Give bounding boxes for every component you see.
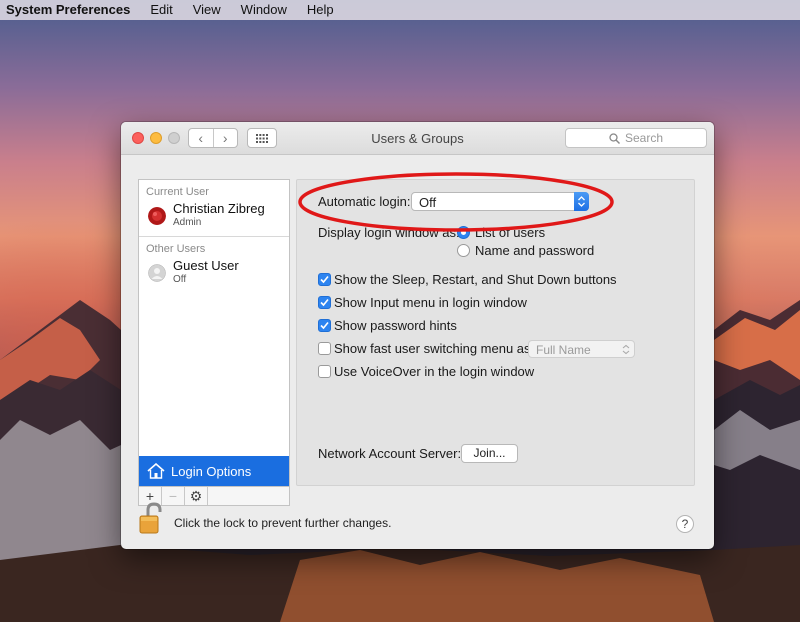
- chevron-up-down-icon: [622, 344, 630, 355]
- checkbox-show-input-menu[interactable]: [318, 296, 331, 309]
- other-users-header: Other Users: [146, 243, 206, 255]
- radio-name-and-password-label: Name and password: [475, 243, 595, 258]
- lock-status-text: Click the lock to prevent further change…: [174, 516, 392, 530]
- checkbox-show-sleep-buttons-label: Show the Sleep, Restart, and Shut Down b…: [334, 272, 617, 287]
- network-account-server-label: Network Account Server:: [318, 446, 462, 461]
- minus-icon: −: [168, 488, 178, 504]
- checkbox-show-password-hints[interactable]: [318, 319, 331, 332]
- user-role: Admin: [173, 217, 202, 228]
- remove-user-button[interactable]: −: [162, 487, 185, 505]
- checkbox-voiceover[interactable]: [318, 365, 331, 378]
- sidebar-item-login-options[interactable]: Login Options: [139, 456, 289, 486]
- checkmark-icon: [320, 298, 329, 307]
- user-name: Christian Zibreg: [173, 201, 265, 216]
- menu-bar: System Preferences Edit View Window Help: [0, 0, 800, 20]
- checkmark-icon: [320, 321, 329, 330]
- annotation-ellipse: [298, 172, 614, 232]
- menu-app-name[interactable]: System Preferences: [0, 0, 140, 20]
- actions-button[interactable]: ⚙: [185, 487, 208, 505]
- checkbox-fast-user-switching-label: Show fast user switching menu as: [334, 341, 531, 356]
- users-groups-window: ‹ › Users & Groups Search Current User C…: [121, 122, 714, 549]
- lock-icon[interactable]: [139, 502, 165, 536]
- user-role: Off: [173, 274, 187, 285]
- help-button[interactable]: ?: [676, 515, 694, 533]
- radio-name-and-password[interactable]: [457, 244, 470, 257]
- login-options-label: Login Options: [171, 463, 252, 479]
- title-bar: ‹ › Users & Groups Search: [121, 122, 714, 155]
- checkbox-voiceover-label: Use VoiceOver in the login window: [334, 364, 535, 379]
- users-sidebar: Current User Christian Zibreg Admin Othe…: [138, 179, 290, 487]
- search-icon: [609, 132, 620, 144]
- fast-user-switching-popup[interactable]: Full Name: [528, 340, 635, 358]
- checkbox-show-input-menu-label: Show Input menu in login window: [334, 295, 527, 310]
- search-placeholder: Search: [624, 131, 664, 145]
- search-field[interactable]: Search: [565, 128, 707, 148]
- checkbox-show-sleep-buttons[interactable]: [318, 273, 331, 286]
- checkmark-icon: [320, 275, 329, 284]
- menu-window[interactable]: Window: [231, 0, 297, 20]
- avatar: [148, 207, 166, 225]
- menu-edit[interactable]: Edit: [140, 0, 182, 20]
- sidebar-item-current-user[interactable]: Christian Zibreg Admin: [139, 198, 289, 236]
- sidebar-item-guest-user[interactable]: Guest User Off: [139, 255, 289, 293]
- house-icon: [147, 463, 165, 479]
- gear-icon: ⚙: [189, 487, 203, 504]
- checkbox-show-password-hints-label: Show password hints: [334, 318, 457, 333]
- menu-view[interactable]: View: [183, 0, 231, 20]
- checkbox-fast-user-switching[interactable]: [318, 342, 331, 355]
- current-user-header: Current User: [146, 186, 209, 198]
- fast-user-switching-value: Full Name: [536, 343, 591, 357]
- guest-avatar-icon: [148, 264, 166, 282]
- menu-help[interactable]: Help: [297, 0, 344, 20]
- join-button[interactable]: Join...: [461, 444, 518, 463]
- user-name: Guest User: [173, 258, 239, 273]
